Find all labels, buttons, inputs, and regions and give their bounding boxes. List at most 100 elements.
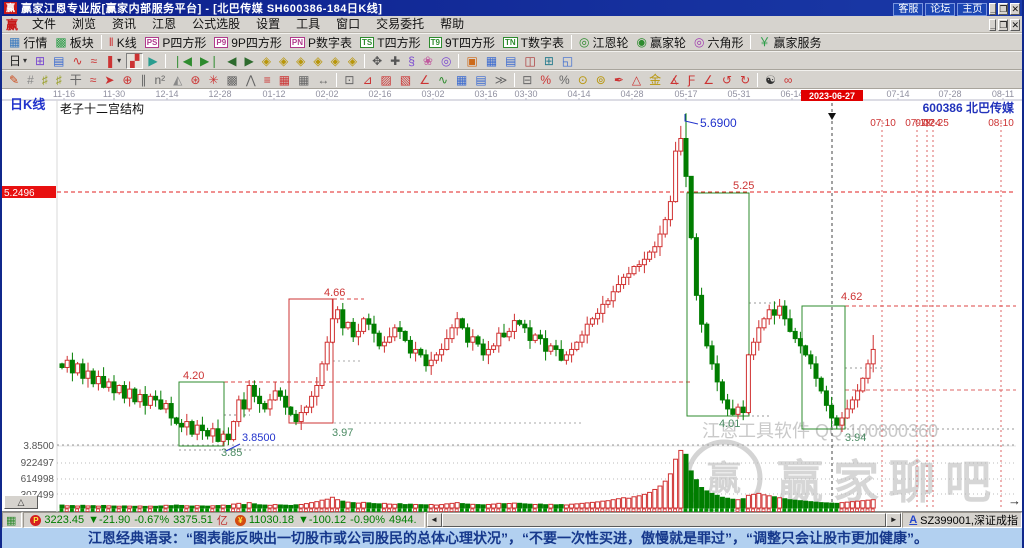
menu-item-file[interactable]: 文件 bbox=[24, 17, 64, 31]
blue-grid-button[interactable]: ▦ bbox=[453, 72, 470, 88]
gann-fan-button[interactable]: ⊿ bbox=[359, 72, 375, 88]
child-restore-button[interactable]: ❐ bbox=[998, 19, 1009, 31]
period-selector-button[interactable]: 日 ▾ bbox=[6, 53, 30, 69]
expand-bars-button[interactable]: ◈ bbox=[328, 53, 343, 69]
multi-line-chart-button[interactable]: ≈ bbox=[88, 53, 101, 69]
p-square-button[interactable]: PS P四方形 bbox=[142, 34, 210, 50]
9t-square-button[interactable]: T9 9T四方形 bbox=[426, 34, 498, 50]
last-bar-button[interactable]: ▶❘ bbox=[197, 53, 222, 69]
winner-wheel-button[interactable]: ◉ 赢家轮 bbox=[633, 34, 689, 50]
speed-line-button[interactable]: ∠ bbox=[700, 72, 717, 88]
crosshair-button[interactable]: ✚ bbox=[387, 53, 403, 69]
volume-scroll-arrow[interactable]: → bbox=[1008, 493, 1021, 508]
t-number-table-button[interactable]: TN T数字表 bbox=[500, 34, 567, 50]
shift-left-button[interactable]: ◈ bbox=[259, 53, 274, 69]
price-matrix-button[interactable]: ▦ bbox=[276, 72, 293, 88]
homepage-button[interactable]: 主页 bbox=[957, 3, 988, 16]
angle-line-button[interactable]: ∠ bbox=[416, 72, 433, 88]
percent-tool-button[interactable]: % bbox=[556, 72, 573, 88]
prev-bar-button[interactable]: ◀ bbox=[224, 53, 239, 69]
golden-circle-button[interactable]: ⊙ bbox=[575, 72, 591, 88]
9p-square-button[interactable]: P9 9P四方形 bbox=[211, 34, 284, 50]
menu-item-tools[interactable]: 工具 bbox=[288, 17, 328, 31]
arrow-marker-button[interactable]: ➤ bbox=[101, 72, 117, 88]
shift-right-button[interactable]: ◈ bbox=[276, 53, 291, 69]
gann-wheel-button[interactable]: ◎ 江恩轮 bbox=[576, 34, 632, 50]
index-summary-cell[interactable]: P 3223.45 ▼-21.90 -0.67% 3375.51 亿 ¥ 110… bbox=[23, 512, 425, 528]
trend-chart-button[interactable]: ∿ bbox=[69, 53, 85, 69]
pen-tool-button[interactable]: ✎ bbox=[6, 72, 22, 88]
channel-tool-button[interactable]: ≫ bbox=[492, 72, 511, 88]
p-number-table-button[interactable]: PN P数字表 bbox=[287, 34, 355, 50]
angle-tool-button[interactable]: ⋀ bbox=[243, 72, 259, 88]
box-grid-button[interactable]: ▩ bbox=[224, 72, 241, 88]
close-button[interactable]: ✕ bbox=[1010, 3, 1020, 15]
angle-measure-button[interactable]: ∡ bbox=[666, 72, 683, 88]
restore-button[interactable]: ❐ bbox=[998, 3, 1009, 15]
t-line-tool-button[interactable]: 干 bbox=[67, 72, 85, 88]
magnifier-button[interactable]: ◎ bbox=[438, 53, 454, 69]
menu-item-browse[interactable]: 浏览 bbox=[64, 17, 104, 31]
menu-item-window[interactable]: 窗口 bbox=[328, 17, 368, 31]
time-cycle-button[interactable]: ⊛ bbox=[187, 72, 203, 88]
export-data-button[interactable]: ⊞ bbox=[541, 53, 557, 69]
compress-bars-button[interactable]: ◈ bbox=[345, 53, 360, 69]
sectors-button[interactable]: ▩ 板块 bbox=[52, 34, 96, 50]
gann-circle-button[interactable]: ⊕ bbox=[119, 72, 135, 88]
percent-retrace-button[interactable]: % bbox=[537, 72, 554, 88]
next-bar-button[interactable]: ▶ bbox=[241, 53, 256, 69]
report-view-button[interactable]: ▤ bbox=[50, 53, 67, 69]
child-minimize-button[interactable]: _ bbox=[989, 19, 997, 31]
gann-grid-large-button[interactable]: ♯ bbox=[53, 72, 65, 88]
fibonacci-button[interactable]: Ƒ bbox=[685, 72, 698, 88]
minimize-button[interactable]: _ bbox=[989, 3, 997, 15]
indicator-expand-button[interactable]: △ bbox=[4, 495, 38, 509]
zoom-in-button[interactable]: ◈ bbox=[293, 53, 308, 69]
hexagon-button[interactable]: ◎ 六角形 bbox=[691, 34, 747, 50]
t-square-button[interactable]: TS T四方形 bbox=[357, 34, 424, 50]
measure-tool-button[interactable]: § bbox=[405, 53, 418, 69]
kline-chart-panel[interactable]: 11-16 11-30 12-14 12-28 01-12 02-02 02-16 03-02… bbox=[2, 89, 1022, 512]
pan-hand-button[interactable]: ✥ bbox=[369, 53, 385, 69]
zoom-out-button[interactable]: ◈ bbox=[310, 53, 325, 69]
rotate-right-button[interactable]: ↻ bbox=[737, 72, 753, 88]
horizontal-scrollbar[interactable]: ◄ ► bbox=[425, 512, 903, 528]
status-grid-cell[interactable]: ▦ bbox=[2, 512, 23, 528]
menu-item-help[interactable]: 帮助 bbox=[432, 17, 472, 31]
save-layout-button[interactable]: ◫ bbox=[522, 53, 539, 69]
scroll-left-arrow[interactable]: ◄ bbox=[426, 513, 442, 527]
matrix-tool-button[interactable]: ▦ bbox=[295, 72, 312, 88]
winner-service-button[interactable]: ￥ 赢家服务 bbox=[755, 34, 824, 50]
menu-item-settings[interactable]: 设置 bbox=[248, 17, 288, 31]
first-bar-button[interactable]: ❘◀ bbox=[170, 53, 195, 69]
golden-circle-2-button[interactable]: ⊚ bbox=[593, 72, 609, 88]
calendar-button[interactable]: ▣ bbox=[463, 53, 480, 69]
shaded-box-button[interactable]: ▨ bbox=[378, 72, 395, 88]
menu-item-news[interactable]: 资讯 bbox=[104, 17, 144, 31]
golden-section-button[interactable]: 金 bbox=[646, 72, 664, 88]
parallel-lines-button[interactable]: ∥ bbox=[137, 72, 149, 88]
rotate-left-button[interactable]: ↺ bbox=[719, 72, 735, 88]
pyramid-tool-button[interactable]: △ bbox=[629, 72, 644, 88]
frame-tool-button[interactable]: ⊡ bbox=[341, 72, 357, 88]
menu-item-gann[interactable]: 江恩 bbox=[144, 17, 184, 31]
menu-item-formula-stock-pick[interactable]: 公式选股 bbox=[184, 17, 248, 31]
wave-tool-button[interactable]: ∿ bbox=[435, 72, 451, 88]
forum-button[interactable]: 论坛 bbox=[925, 3, 956, 16]
star-rays-button[interactable]: ✳ bbox=[205, 72, 221, 88]
notes-button[interactable]: ▤ bbox=[502, 53, 519, 69]
yin-yang-button[interactable]: ☯ bbox=[762, 72, 779, 88]
blue-rows-button[interactable]: ▤ bbox=[472, 72, 489, 88]
grid-tool-button[interactable]: # bbox=[24, 72, 37, 88]
quotes-button[interactable]: ▦ 行情 bbox=[6, 34, 50, 50]
gann-grid-small-button[interactable]: ♯ bbox=[39, 72, 51, 88]
square-of-nine-button[interactable]: n² bbox=[151, 72, 168, 88]
fan-lines-button[interactable]: ≡ bbox=[261, 72, 274, 88]
ratio-table-button[interactable]: ⊟ bbox=[519, 72, 535, 88]
triangle-tool-button[interactable]: ◭ bbox=[170, 72, 185, 88]
candle-style-button[interactable]: ❚ ▾ bbox=[102, 53, 124, 69]
zigzag-tool-button[interactable]: ≈ bbox=[87, 72, 100, 88]
calculator-button[interactable]: ▦ bbox=[483, 53, 500, 69]
current-index-cell[interactable]: A SZ399001,深证成指 bbox=[902, 512, 1022, 528]
scroll-right-arrow[interactable]: ► bbox=[886, 513, 902, 527]
